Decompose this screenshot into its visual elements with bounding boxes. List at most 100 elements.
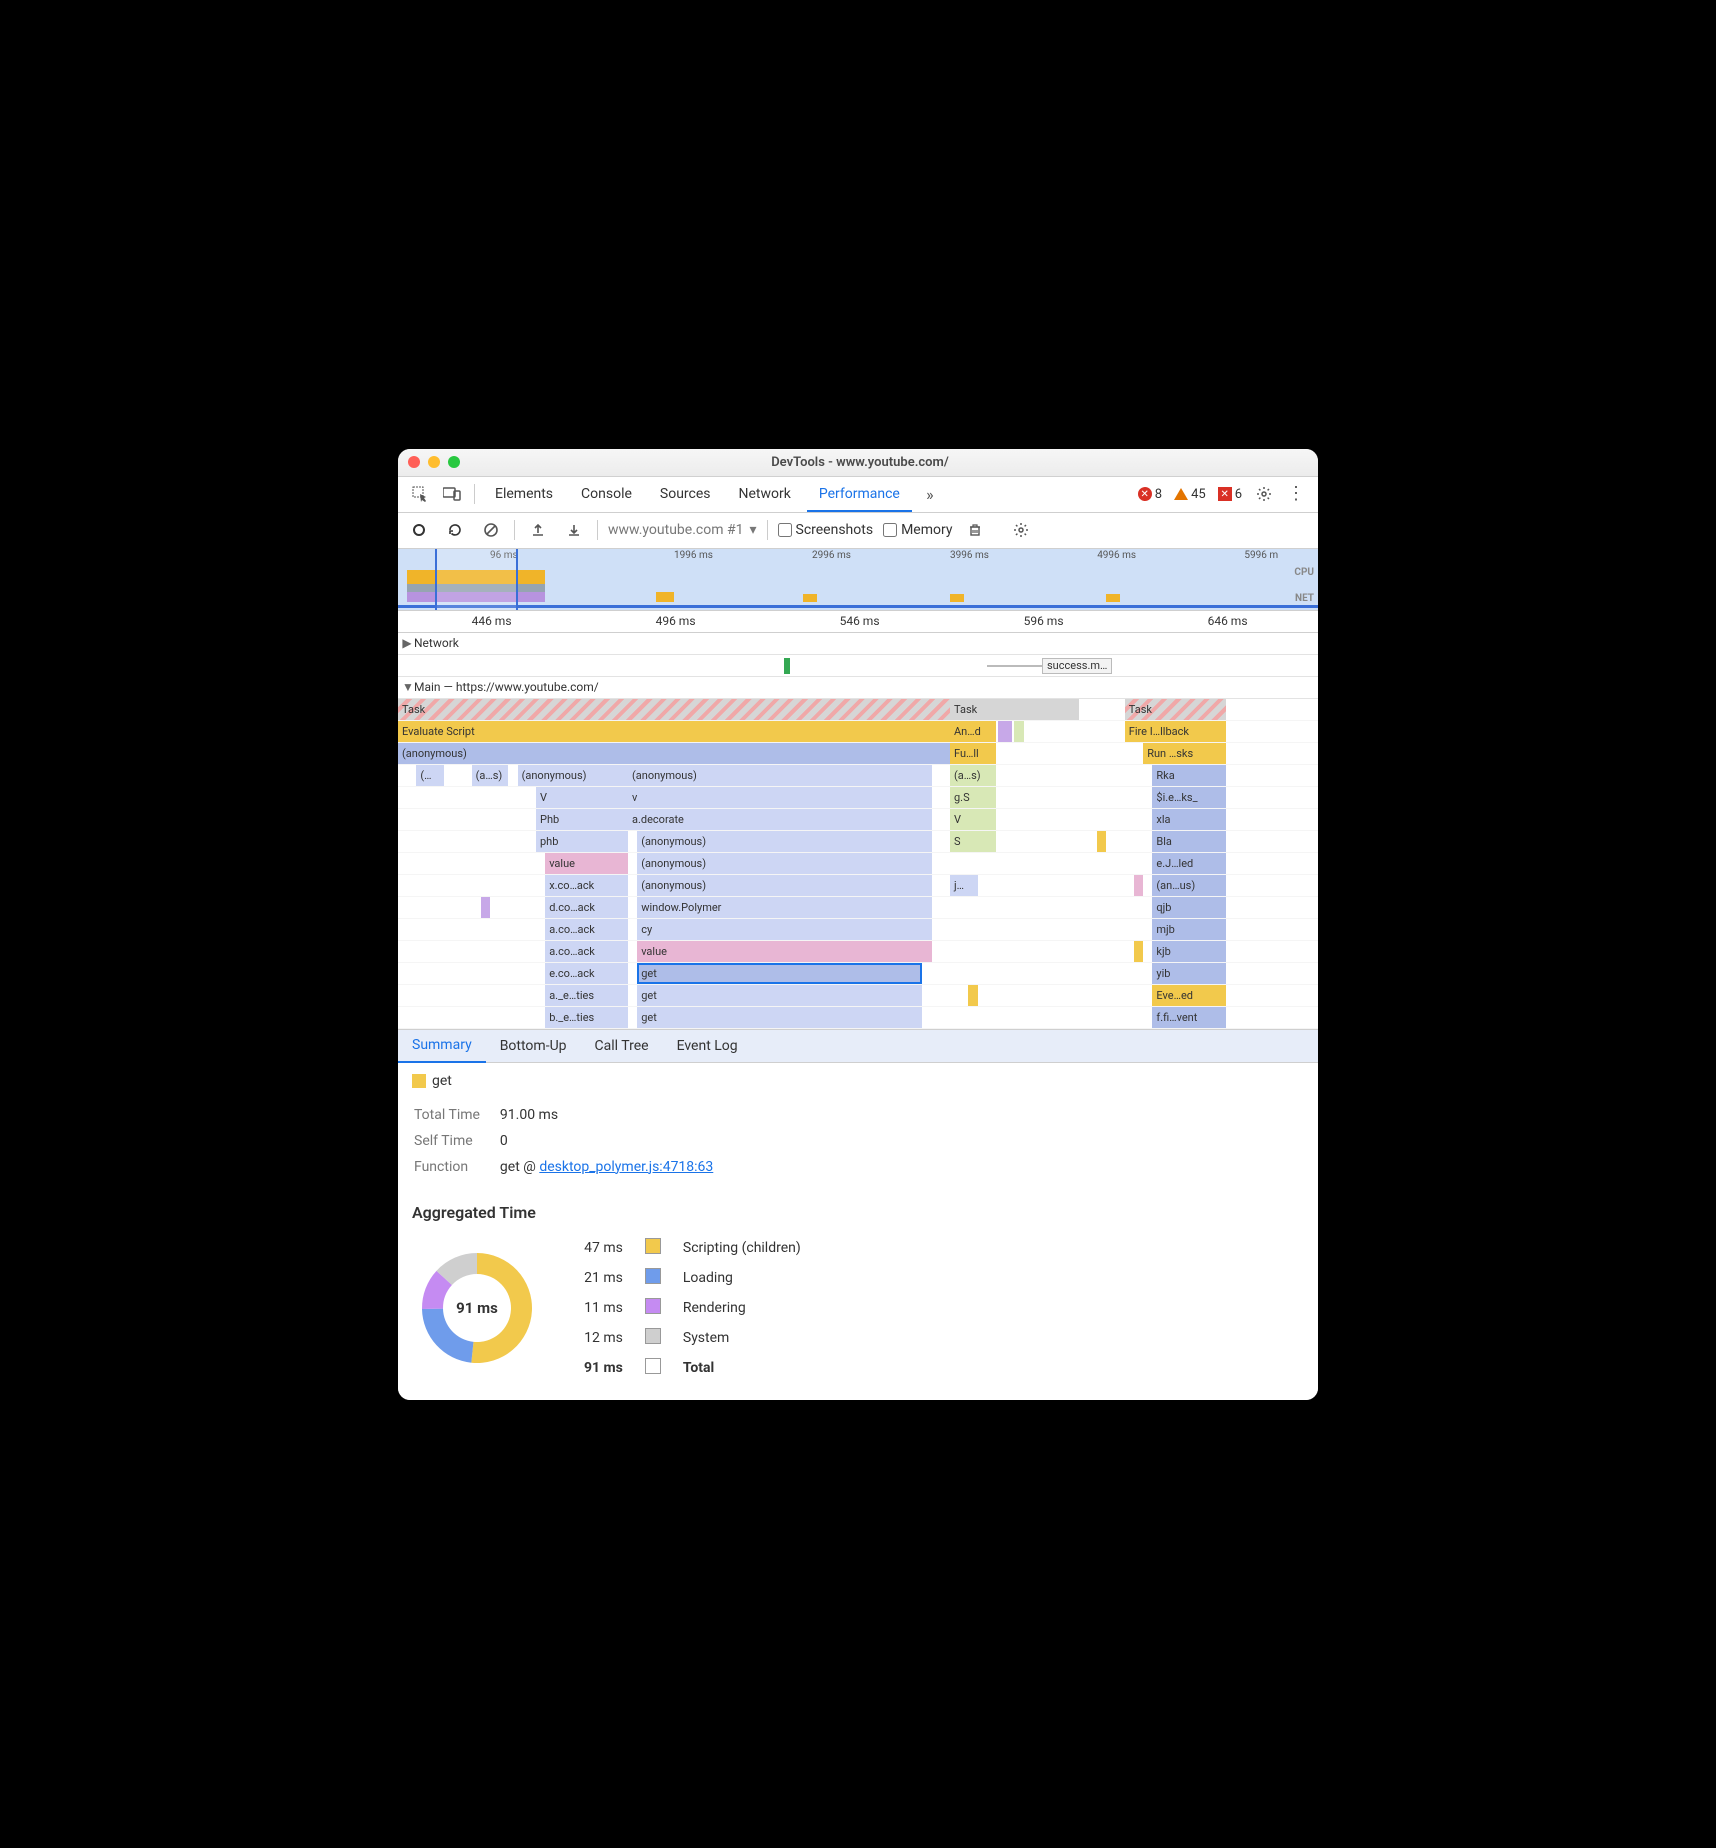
flame-entry[interactable]: g.S	[950, 787, 996, 808]
flame-chart[interactable]: TaskTaskTaskEvaluate ScriptAn…dFire I…ll…	[398, 699, 1318, 1029]
flame-entry[interactable]	[1097, 831, 1106, 852]
clear-button[interactable]	[478, 517, 504, 543]
issue-badge[interactable]: ✕6	[1214, 487, 1246, 502]
overview-selection[interactable]	[435, 549, 518, 610]
flame-entry[interactable]: An…d	[950, 721, 996, 742]
network-entry[interactable]: success.m…	[1042, 658, 1112, 674]
flame-entry[interactable]: mjb	[1152, 919, 1226, 940]
flame-entry[interactable]: (a…s)	[950, 765, 996, 786]
flame-entry[interactable]: phb	[536, 831, 628, 852]
flame-entry[interactable]	[1134, 875, 1143, 896]
more-tabs-icon[interactable]: »	[916, 480, 944, 508]
flame-entry[interactable]: get	[637, 1007, 922, 1028]
close-icon[interactable]	[408, 456, 420, 468]
timeline-overview[interactable]: 96 ms1996 ms2996 ms3996 ms4996 ms5996 m …	[398, 549, 1318, 611]
flame-entry[interactable]: Run …sks	[1143, 743, 1226, 764]
flame-entry[interactable]: (anonymous)	[518, 765, 628, 786]
zoom-icon[interactable]	[448, 456, 460, 468]
tab-console[interactable]: Console	[569, 477, 644, 512]
tab-sources[interactable]: Sources	[648, 477, 723, 512]
flame-entry[interactable]: yib	[1152, 963, 1226, 984]
flame-entry[interactable]: V	[536, 787, 628, 808]
flame-entry[interactable]: a._e…ties	[545, 985, 628, 1006]
details-tab-summary[interactable]: Summary	[398, 1030, 486, 1063]
flame-entry[interactable]: cy	[637, 919, 931, 940]
flame-entry[interactable]: (a…s)	[472, 765, 509, 786]
flame-entry[interactable]: (anonymous)	[398, 743, 950, 764]
flame-entry[interactable]	[1134, 941, 1143, 962]
download-icon[interactable]	[561, 517, 587, 543]
settings-icon[interactable]	[1250, 480, 1278, 508]
flame-entry[interactable]: get	[637, 963, 922, 984]
flame-entry[interactable]: (an…us)	[1152, 875, 1226, 896]
tab-performance[interactable]: Performance	[807, 477, 912, 512]
record-button[interactable]	[406, 517, 432, 543]
tab-elements[interactable]: Elements	[483, 477, 565, 512]
flame-entry[interactable]: Task	[1125, 699, 1226, 720]
flame-entry[interactable]: Fire I…llback	[1125, 721, 1226, 742]
flame-entry[interactable]: Rka	[1152, 765, 1226, 786]
inspect-icon[interactable]	[406, 480, 434, 508]
garbage-collect-icon[interactable]	[962, 517, 988, 543]
kebab-menu-icon[interactable]: ⋮	[1282, 480, 1310, 508]
flame-entry[interactable]	[1014, 721, 1023, 742]
memory-checkbox[interactable]: Memory	[883, 522, 952, 538]
source-link[interactable]: desktop_polymer.js:4718:63	[539, 1159, 713, 1175]
flame-entry[interactable]: S	[950, 831, 996, 852]
flame-entry[interactable]: window.Polymer	[637, 897, 931, 918]
flame-entry[interactable]: d.co…ack	[545, 897, 628, 918]
flame-entry[interactable]: (…	[416, 765, 444, 786]
recording-select[interactable]: www.youtube.com #1▾	[608, 522, 757, 538]
tab-network[interactable]: Network	[727, 477, 803, 512]
network-track-header[interactable]: ▶ Network	[398, 633, 1318, 655]
network-request-blip[interactable]	[784, 658, 790, 674]
flame-entry[interactable]: value	[637, 941, 931, 962]
warning-badge[interactable]: 45	[1170, 487, 1210, 502]
upload-icon[interactable]	[525, 517, 551, 543]
expand-arrow-icon[interactable]: ▶	[402, 636, 412, 650]
flame-entry[interactable]: Phb	[536, 809, 628, 830]
flame-entry[interactable]: $i.e…ks_	[1152, 787, 1226, 808]
flame-entry[interactable]: Eve…ed	[1152, 985, 1226, 1006]
details-tab-call-tree[interactable]: Call Tree	[581, 1030, 663, 1062]
flame-entry[interactable]: b._e…ties	[545, 1007, 628, 1028]
flame-entry[interactable]: (anonymous)	[637, 853, 931, 874]
flame-entry[interactable]: v	[628, 787, 932, 808]
collapse-arrow-icon[interactable]: ▼	[402, 680, 412, 694]
flame-entry[interactable]: xla	[1152, 809, 1226, 830]
flame-entry[interactable]: V	[950, 809, 996, 830]
flame-entry[interactable]: kjb	[1152, 941, 1226, 962]
flame-entry[interactable]: (anonymous)	[637, 875, 931, 896]
flame-ruler[interactable]: 446 ms496 ms546 ms596 ms646 ms	[398, 611, 1318, 633]
flame-entry[interactable]	[968, 985, 977, 1006]
flame-entry[interactable]: qjb	[1152, 897, 1226, 918]
flame-entry[interactable]: Fu…ll	[950, 743, 996, 764]
capture-settings-icon[interactable]	[1008, 517, 1034, 543]
flame-entry[interactable]: (anonymous)	[637, 831, 931, 852]
flame-entry[interactable]: x.co…ack	[545, 875, 628, 896]
flame-entry[interactable]: e.co…ack	[545, 963, 628, 984]
flame-entry[interactable]: Bla	[1152, 831, 1226, 852]
reload-record-button[interactable]	[442, 517, 468, 543]
flame-entry[interactable]: (anonymous)	[628, 765, 932, 786]
flame-entry[interactable]: a.decorate	[628, 809, 932, 830]
flame-entry[interactable]: Evaluate Script	[398, 721, 950, 742]
flame-entry[interactable]	[998, 721, 1012, 742]
network-lane[interactable]: success.m…	[398, 655, 1318, 677]
flame-entry[interactable]: e.J…led	[1152, 853, 1226, 874]
flame-entry[interactable]: Task	[398, 699, 950, 720]
error-badge[interactable]: ✕8	[1134, 487, 1166, 502]
flame-entry[interactable]: a.co…ack	[545, 919, 628, 940]
flame-entry[interactable]: j…	[950, 875, 978, 896]
device-toggle-icon[interactable]	[438, 480, 466, 508]
flame-entry[interactable]: Task	[950, 699, 1079, 720]
minimize-icon[interactable]	[428, 456, 440, 468]
details-tab-event-log[interactable]: Event Log	[663, 1030, 752, 1062]
screenshots-checkbox[interactable]: Screenshots	[778, 522, 874, 538]
details-tab-bottom-up[interactable]: Bottom-Up	[486, 1030, 581, 1062]
flame-entry[interactable]: f.fi…vent	[1152, 1007, 1226, 1028]
flame-entry[interactable]: value	[545, 853, 628, 874]
main-track-header[interactable]: ▼ Main — https://www.youtube.com/	[398, 677, 1318, 699]
flame-entry[interactable]	[481, 897, 490, 918]
flame-entry[interactable]: a.co…ack	[545, 941, 628, 962]
